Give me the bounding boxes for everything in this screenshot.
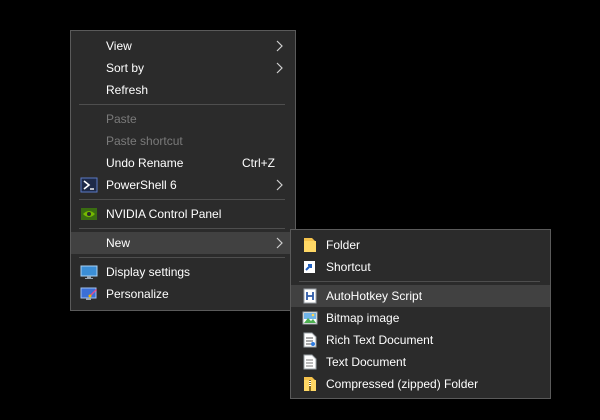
submenu-item-compressed-folder[interactable]: Compressed (zipped) Folder — [291, 373, 550, 395]
new-submenu: Folder Shortcut AutoHotkey Script Bitmap… — [290, 229, 551, 399]
menu-item-display-settings[interactable]: Display settings — [71, 261, 295, 283]
zip-folder-icon — [304, 377, 316, 391]
menu-item-label: Rich Text Document — [326, 333, 434, 347]
menu-item-label: PowerShell 6 — [106, 178, 177, 192]
menu-item-label: Paste — [106, 112, 137, 126]
submenu-item-bitmap-image[interactable]: Bitmap image — [291, 307, 550, 329]
menu-item-label: Compressed (zipped) Folder — [326, 377, 479, 391]
menu-separator — [79, 228, 285, 229]
menu-item-label: Undo Rename — [106, 156, 184, 170]
powershell-icon — [80, 177, 98, 193]
menu-item-label: Bitmap image — [326, 311, 400, 325]
chevron-right-icon — [276, 179, 283, 191]
menu-item-label: New — [106, 236, 131, 250]
menu-item-powershell[interactable]: PowerShell 6 — [71, 174, 295, 196]
menu-item-view[interactable]: View — [71, 35, 295, 57]
menu-item-label: AutoHotkey Script — [326, 289, 423, 303]
shortcut-icon — [304, 261, 315, 273]
menu-separator — [79, 104, 285, 105]
text-document-icon — [303, 354, 317, 370]
rich-text-document-icon — [303, 332, 317, 348]
menu-item-personalize[interactable]: Personalize — [71, 283, 295, 305]
submenu-item-text-document[interactable]: Text Document — [291, 351, 550, 373]
submenu-item-autohotkey-script[interactable]: AutoHotkey Script — [291, 285, 550, 307]
menu-item-paste: Paste — [71, 108, 295, 130]
chevron-right-icon — [276, 237, 283, 249]
menu-item-label: NVIDIA Control Panel — [106, 207, 222, 221]
menu-item-undo-rename[interactable]: Undo Rename Ctrl+Z — [71, 152, 295, 174]
chevron-right-icon — [276, 40, 283, 52]
menu-item-label: Display settings — [106, 265, 191, 279]
menu-item-label: Paste shortcut — [106, 134, 183, 148]
menu-item-label: Text Document — [326, 355, 407, 369]
chevron-right-icon — [276, 62, 283, 74]
menu-separator — [79, 257, 285, 258]
submenu-item-shortcut[interactable]: Shortcut — [291, 256, 550, 278]
menu-item-sort-by[interactable]: Sort by — [71, 57, 295, 79]
menu-item-refresh[interactable]: Refresh — [71, 79, 295, 101]
menu-item-label: Shortcut — [326, 260, 371, 274]
menu-separator — [299, 281, 540, 282]
bitmap-image-icon — [302, 311, 318, 325]
submenu-item-folder[interactable]: Folder — [291, 234, 550, 256]
menu-item-label: Folder — [326, 238, 361, 252]
menu-item-nvidia-control-panel[interactable]: NVIDIA Control Panel — [71, 203, 295, 225]
desktop-context-menu: View Sort by Refresh Paste Paste shortcu… — [70, 30, 296, 311]
keyboard-shortcut: Ctrl+Z — [242, 156, 275, 170]
menu-item-label: View — [106, 39, 132, 53]
display-settings-icon — [80, 265, 98, 279]
autohotkey-icon — [303, 288, 317, 304]
menu-separator — [79, 199, 285, 200]
personalize-icon — [80, 287, 97, 300]
menu-item-paste-shortcut: Paste shortcut — [71, 130, 295, 152]
menu-item-label: Sort by — [106, 61, 145, 75]
nvidia-icon — [81, 208, 97, 220]
menu-item-label: Refresh — [106, 83, 149, 97]
folder-icon — [304, 238, 316, 252]
menu-item-new[interactable]: New — [71, 232, 295, 254]
menu-item-label: Personalize — [106, 287, 169, 301]
submenu-item-rich-text-document[interactable]: Rich Text Document — [291, 329, 550, 351]
